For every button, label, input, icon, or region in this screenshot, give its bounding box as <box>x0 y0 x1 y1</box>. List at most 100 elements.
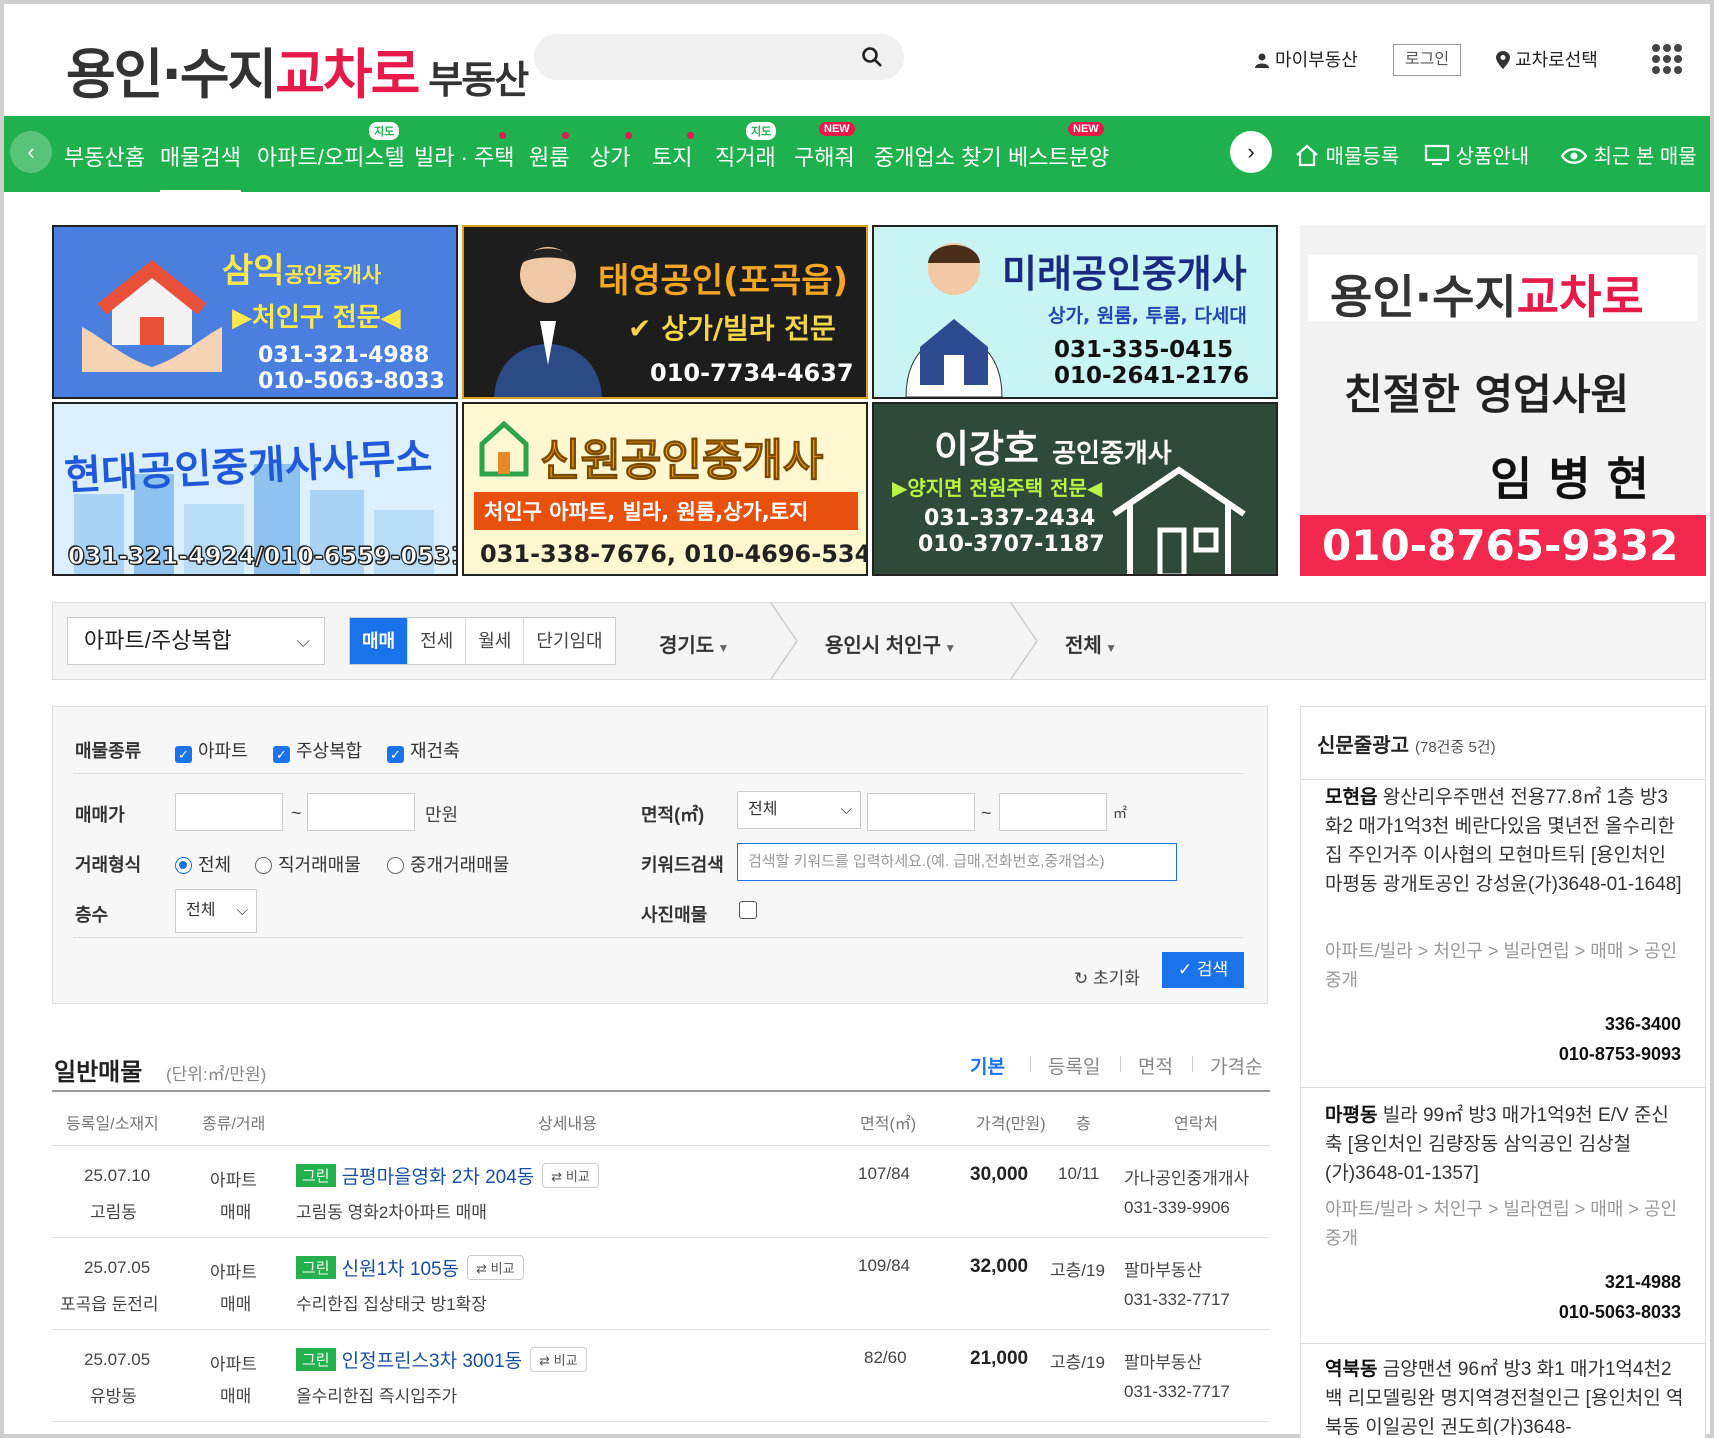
row-kind: 아파트 <box>210 1355 257 1374</box>
property-type-select[interactable]: 아파트/주상복합 ⌵ <box>67 617 325 665</box>
search-input[interactable] <box>534 34 904 80</box>
area-min-input[interactable] <box>867 793 975 831</box>
green-tag: 그린 <box>296 1348 336 1371</box>
ad-item[interactable]: 모현읍 왕산리우주맨션 전용77.8㎡ 1층 방3 화2 매가1억3천 베란다있… <box>1325 783 1685 899</box>
sort-price[interactable]: 가격순 <box>1210 1052 1262 1079</box>
ad-text: 금양맨션 96㎡ 방3 화1 매가1억4천2백 리모델링완 명지역경전철인근 [… <box>1325 1359 1684 1435</box>
nav-next-button[interactable]: › <box>1230 131 1272 173</box>
product-info-link[interactable]: 상품안내 <box>1424 140 1529 169</box>
listing-name-link[interactable]: 인정프린스3차 3001동 <box>342 1351 522 1372</box>
tab-jeonse[interactable]: 전세 <box>408 618 467 664</box>
login-button[interactable]: 로그인 <box>1393 44 1461 76</box>
sort-date[interactable]: 등록일 <box>1048 1052 1100 1079</box>
nav-item-agency[interactable]: 중개업소 찾기 <box>874 140 1002 172</box>
ad-place: 마평동 <box>1325 1105 1378 1126</box>
checkbox-reconstruction[interactable]: ✓ 재건축 <box>387 737 460 763</box>
city-select[interactable]: 용인시 처인구 ▼ <box>825 629 956 658</box>
banner-phone: 031-335-0415 <box>1054 337 1234 363</box>
compare-button[interactable]: ⇄ 비교 <box>530 1347 587 1372</box>
col-date-location: 등록일/소재지 <box>66 1116 159 1133</box>
ad-banner-taeyoung[interactable]: 태영공인(포곡읍) ✔ 상가/빌라 전문 010-7734-4637 <box>462 225 868 399</box>
row-description: 수리한집 집상태굿 방1확장 <box>296 1295 487 1314</box>
keyword-input[interactable]: 검색할 키워드를 입력하세요.(예. 급매,전화번호,중개업소) <box>737 843 1177 881</box>
nav-item-wanted[interactable]: 구해줘 <box>794 140 855 172</box>
nav-item-direct[interactable]: 직거래 <box>715 140 776 172</box>
table-row[interactable]: 25.07.05 유방동 아파트 매매 그린 인정프린스3차 3001동 ⇄ 비교 … <box>52 1330 1270 1422</box>
banner-phone: 010-8765-9332 <box>1322 521 1679 570</box>
listing-name-link[interactable]: 신원1차 105동 <box>342 1259 459 1280</box>
compare-button[interactable]: ⇄ 비교 <box>542 1163 599 1188</box>
nav-prev-button[interactable]: ‹ <box>10 131 52 173</box>
photo-checkbox[interactable] <box>739 901 757 919</box>
ad-item[interactable]: 역북동 금양맨션 96㎡ 방3 화1 매가1억4천2백 리모델링완 명지역경전철… <box>1325 1355 1685 1435</box>
listing-title: 일반매물 <box>54 1059 143 1086</box>
banner-sub: ✔ 상가/빌라 전문 <box>628 312 836 345</box>
nav-item-villa[interactable]: 빌라 · 주택 <box>414 140 515 172</box>
filter-bar: 아파트/주상복합 ⌵ 매매 전세 월세 단기임대 경기도 ▼ 용인시 처인구 ▼… <box>52 602 1706 680</box>
banner-slogan: 친절한 영업사원 <box>1344 370 1630 419</box>
region-select-link[interactable]: 교차로선택 <box>1496 46 1598 72</box>
green-tag: 그린 <box>296 1164 336 1187</box>
ad-banner-shinwon[interactable]: 신원공인중개사 처인구 아파트, 빌라, 원룸,상가,토지 031-338-76… <box>462 402 868 576</box>
ad-banner-mirae[interactable]: 미래공인중개사 상가, 원룸, 투룸, 다세대 031-335-0415 010… <box>872 225 1278 399</box>
banner-phone: 010-2641-2176 <box>1054 363 1250 389</box>
nav-item-search[interactable]: 매물검색 <box>160 140 241 193</box>
row-floor: 10/11 <box>1058 1164 1100 1183</box>
ad-category: 아파트/빌라 > 처인구 > 빌라연립 > 매매 > 공인중개 <box>1325 941 1678 990</box>
ad-item[interactable]: 마평동 빌라 99㎡ 방3 매가1억9천 E/V 준신축 [용인처인 김량장동 … <box>1325 1101 1685 1188</box>
area-select[interactable]: 전체 ⌵ <box>737 791 861 829</box>
logo-brand: 교차로 <box>275 43 420 106</box>
banner-phone: 031-338-7676, 010-4696-5346 <box>480 540 868 568</box>
province-select[interactable]: 경기도 ▼ <box>659 629 729 658</box>
recent-viewed-link[interactable]: 최근 본 매물 <box>1560 140 1697 169</box>
sort-divider <box>1030 1056 1031 1072</box>
nav-item-land[interactable]: 토지 <box>652 140 692 172</box>
nav-item-bestsale[interactable]: 베스트분양 <box>1008 140 1109 172</box>
nav-item-store[interactable]: 상가 <box>590 140 630 172</box>
tab-sale[interactable]: 매매 <box>350 618 409 664</box>
search-button[interactable]: ✓ 검색 <box>1162 952 1244 988</box>
nav-item-oneroom[interactable]: 원룸 <box>529 140 569 172</box>
ad-banner-samik[interactable]: 삼익공인중개사 ▶처인구 전문◀ 031-321-4988 010-5063-8… <box>52 225 458 399</box>
banner-sub: ▶양지면 전원주택 전문◀ <box>892 476 1103 500</box>
register-listing-link[interactable]: 매물등록 <box>1294 140 1399 169</box>
radio-all[interactable]: 전체 <box>175 851 231 877</box>
area-max-input[interactable] <box>999 793 1107 831</box>
home-icon <box>1296 144 1318 167</box>
search-icon[interactable] <box>860 45 884 69</box>
sort-area[interactable]: 면적 <box>1138 1052 1173 1079</box>
radio-broker[interactable]: 중개거래매물 <box>387 851 509 877</box>
site-logo[interactable]: 용인·수지교차로 부동산 <box>66 30 529 109</box>
compare-button[interactable]: ⇄ 비교 <box>467 1255 524 1280</box>
ad-banner-hyundai[interactable]: 현대공인중개사사무소 031-321-4924/010-6559-0531 <box>52 402 458 576</box>
banner-title: 태영공인(포곡읍) <box>598 261 849 301</box>
banner-title: 신원공인중개사 <box>539 435 824 487</box>
district-select[interactable]: 전체 ▼ <box>1065 629 1117 658</box>
floor-select[interactable]: 전체 ⌵ <box>175 889 257 933</box>
ad-banner-leekangho[interactable]: 이강호 공인중개사 ▶양지면 전원주택 전문◀ 031-337-2434 010… <box>872 402 1278 576</box>
main-nav: ‹ 부동산홈 매물검색 아파트/오피스텔 지도 빌라 · 주택 원룸 상가 토지… <box>4 116 1710 193</box>
table-row[interactable]: 25.07.10 고림동 아파트 매매 그린 금평마을영화 2차 204동 ⇄ 비교… <box>52 1146 1270 1238</box>
checkbox-apartment[interactable]: ✓ 아파트 <box>175 737 248 763</box>
compare-label: 비교 <box>565 1169 590 1184</box>
listing-name-link[interactable]: 금평마을영화 2차 204동 <box>342 1167 535 1188</box>
price-min-input[interactable] <box>175 793 283 831</box>
nav-item-home[interactable]: 부동산홈 <box>64 140 145 172</box>
table-row[interactable]: 25.07.05 포곡읍 둔전리 아파트 매매 그린 신원1차 105동 ⇄ 비교 … <box>52 1238 1270 1330</box>
house-hands-icon <box>82 260 222 372</box>
all-menu-icon[interactable] <box>1652 44 1682 74</box>
reset-label: 초기화 <box>1092 969 1140 988</box>
nav-item-apartment[interactable]: 아파트/오피스텔 <box>257 140 405 172</box>
tab-short-term[interactable]: 단기임대 <box>524 618 614 664</box>
reset-button[interactable]: ↻ 초기화 <box>1074 964 1140 989</box>
radio-direct[interactable]: 직거래매물 <box>255 851 361 877</box>
row-title: 그린 인정프린스3차 3001동 ⇄ 비교 <box>296 1346 587 1373</box>
ad-phone: 010-8753-9093 <box>1558 1044 1681 1064</box>
my-realestate-link[interactable]: 마이부동산 <box>1254 46 1358 72</box>
price-max-input[interactable] <box>307 793 415 831</box>
sort-default[interactable]: 기본 <box>970 1052 1005 1079</box>
tab-monthly[interactable]: 월세 <box>466 618 525 664</box>
ad-banner-salesperson[interactable]: 용인·수지교차로 친절한 영업사원 임 병 현 010-8765-9332 <box>1300 225 1706 576</box>
checkbox-mixed-use[interactable]: ✓ 주상복합 <box>273 737 362 763</box>
green-tag: 그린 <box>296 1256 336 1279</box>
